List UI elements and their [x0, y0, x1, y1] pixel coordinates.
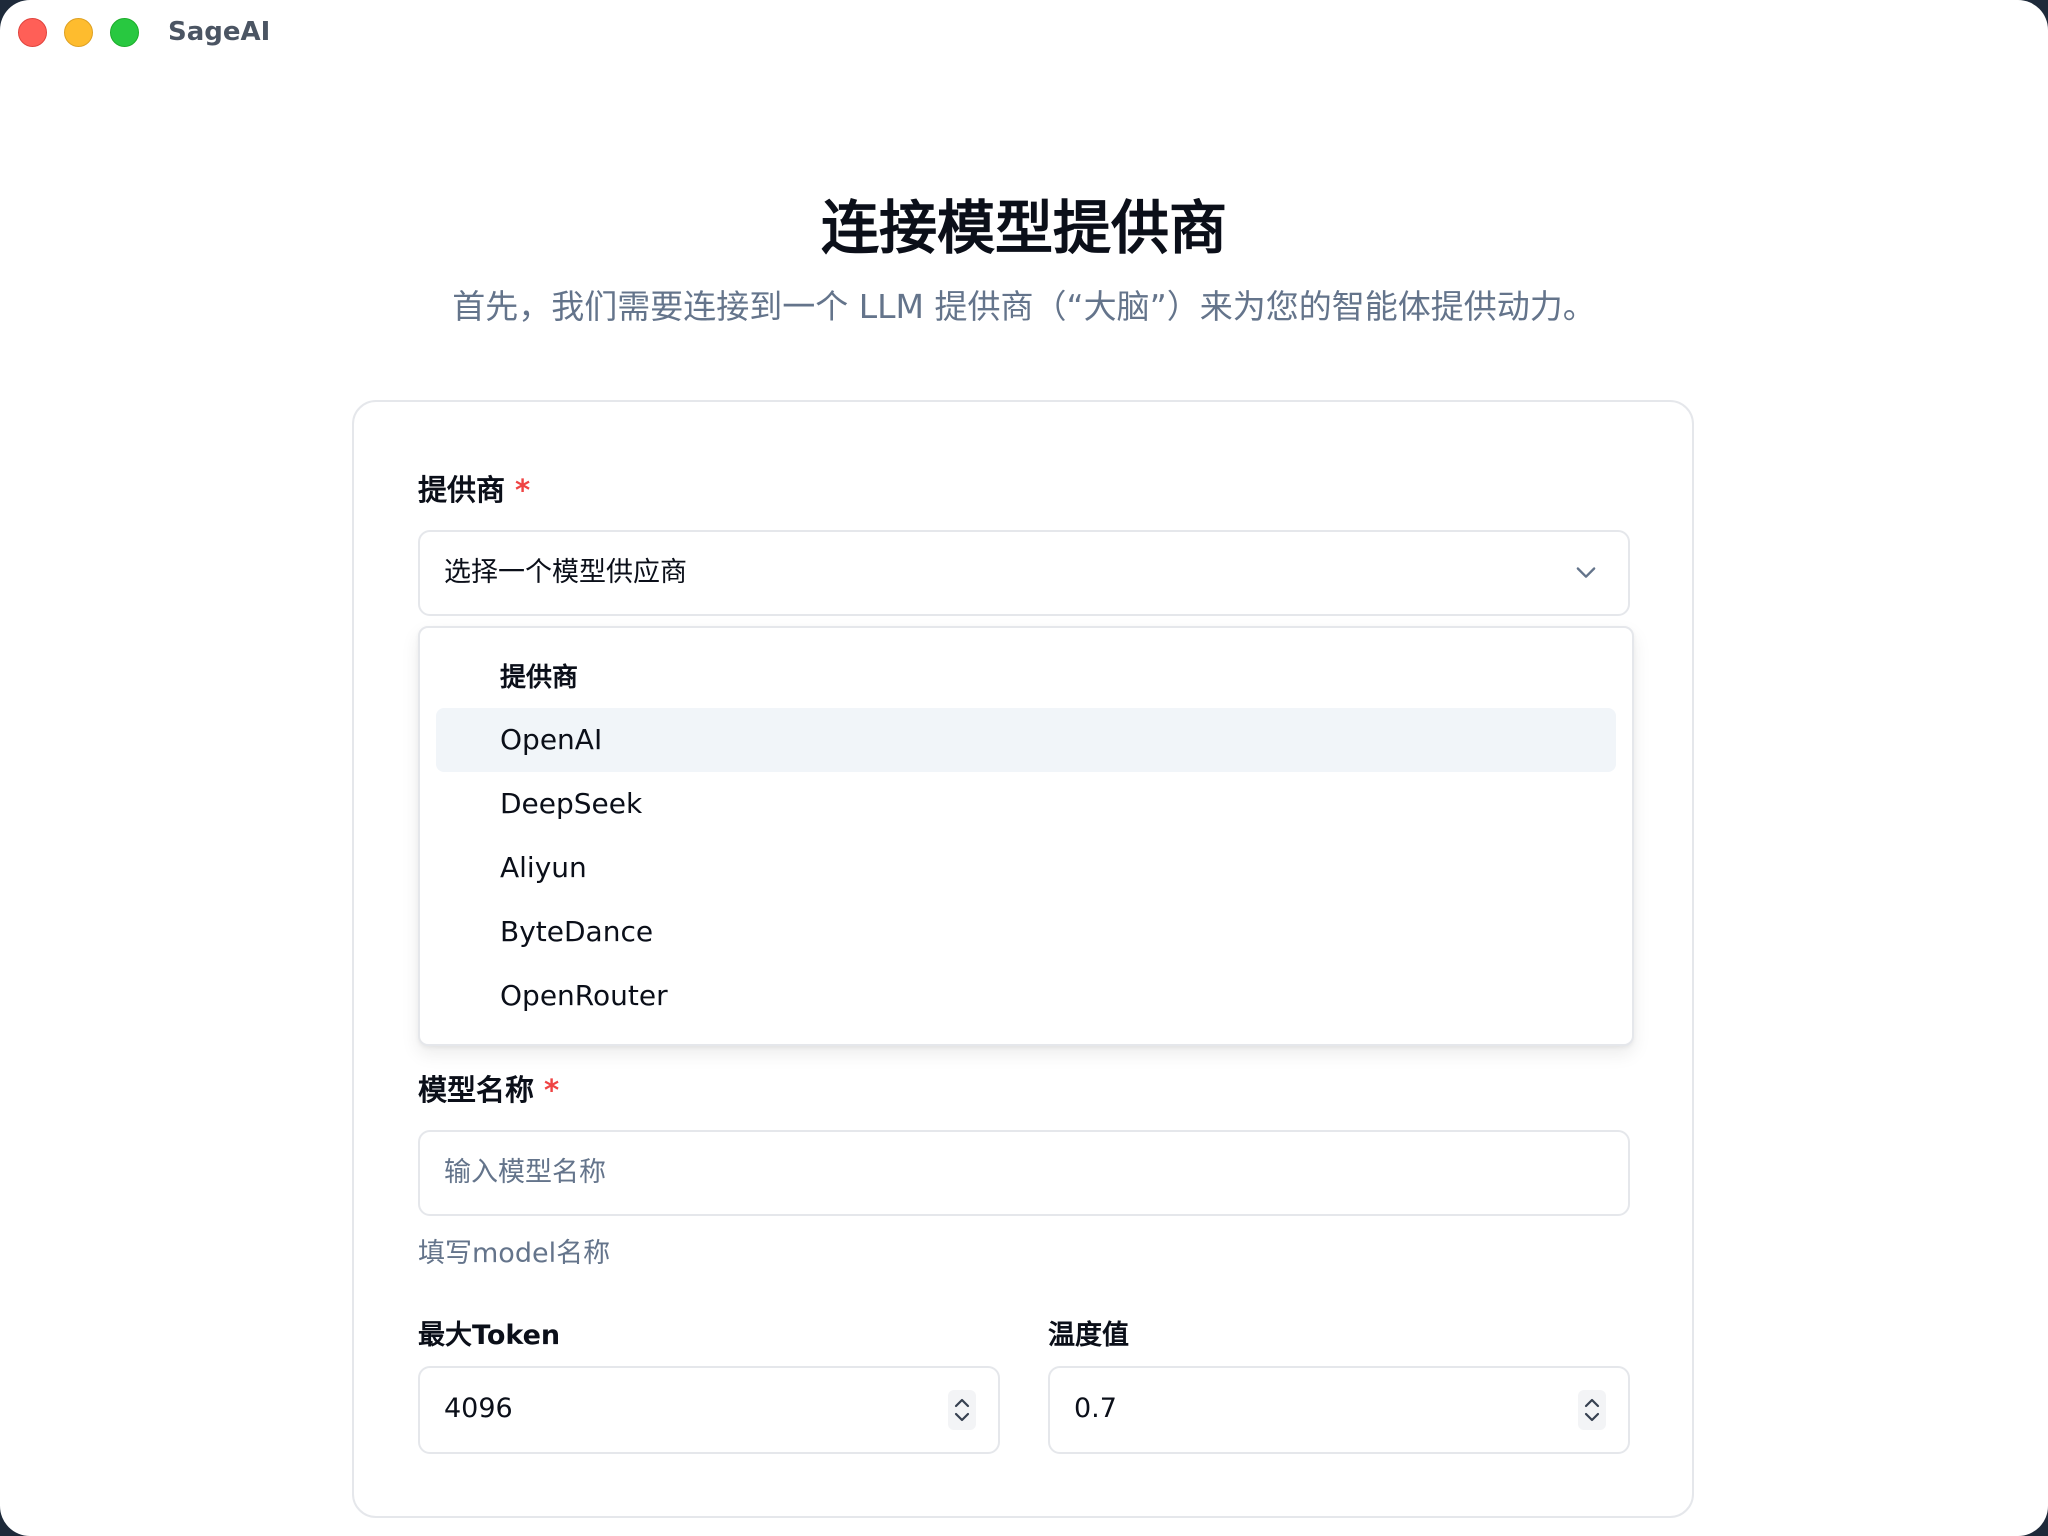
provider-dropdown-menu: 提供商 OpenAI DeepSeek Aliyun ByteDance Ope…	[418, 626, 1634, 1046]
max-token-stepper[interactable]	[948, 1390, 976, 1430]
model-name-hint: 填写model名称	[418, 1238, 611, 1269]
minimize-window-button[interactable]	[64, 18, 93, 47]
dropdown-option-label: OpenAI	[500, 723, 603, 756]
provider-select[interactable]: 选择一个模型供应商	[418, 530, 1630, 616]
model-name-label: 模型名称 *	[418, 1070, 559, 1110]
stepper-arrows-icon	[954, 1398, 970, 1422]
required-mark: *	[544, 1073, 560, 1107]
provider-select-placeholder: 选择一个模型供应商	[444, 557, 687, 588]
provider-label: 提供商 *	[418, 470, 530, 510]
page-subtitle: 首先，我们需要连接到一个 LLM 提供商（“大脑”）来为您的智能体提供动力。	[452, 287, 1596, 326]
dropdown-option-deepseek[interactable]: DeepSeek	[436, 772, 1616, 836]
max-token-label: 最大Token	[418, 1320, 561, 1351]
dropdown-option-openai[interactable]: OpenAI	[436, 708, 1616, 772]
stepper-arrows-icon	[1584, 1398, 1600, 1422]
max-token-input[interactable]: 4096	[418, 1366, 1000, 1454]
max-token-value: 4096	[444, 1393, 513, 1424]
temperature-input[interactable]: 0.7	[1048, 1366, 1630, 1454]
model-name-input[interactable]: 输入模型名称	[418, 1130, 1630, 1216]
model-name-placeholder: 输入模型名称	[444, 1157, 606, 1188]
dropdown-option-label: OpenRouter	[500, 979, 668, 1012]
app-title: SageAI	[168, 17, 271, 47]
provider-label-text: 提供商	[418, 473, 506, 507]
title-bar: SageAI	[0, 0, 2048, 64]
temperature-label: 温度值	[1048, 1320, 1129, 1351]
temperature-value: 0.7	[1074, 1393, 1117, 1424]
dropdown-option-label: DeepSeek	[500, 787, 643, 820]
chevron-down-icon	[1576, 567, 1596, 578]
dropdown-option-label: Aliyun	[500, 851, 587, 884]
temperature-stepper[interactable]	[1578, 1390, 1606, 1430]
dropdown-option-bytedance[interactable]: ByteDance	[436, 900, 1616, 964]
required-mark: *	[515, 473, 531, 507]
zoom-window-button[interactable]	[110, 18, 139, 47]
dropdown-option-label: ByteDance	[500, 915, 654, 948]
app-window: SageAI 连接模型提供商 首先，我们需要连接到一个 LLM 提供商（“大脑”…	[0, 0, 2048, 1536]
model-name-label-text: 模型名称	[418, 1073, 535, 1107]
dropdown-group-label: 提供商	[500, 663, 579, 693]
dropdown-option-aliyun[interactable]: Aliyun	[436, 836, 1616, 900]
page-title: 连接模型提供商	[820, 194, 1227, 262]
close-window-button[interactable]	[18, 18, 47, 47]
dropdown-option-openrouter[interactable]: OpenRouter	[436, 964, 1616, 1028]
